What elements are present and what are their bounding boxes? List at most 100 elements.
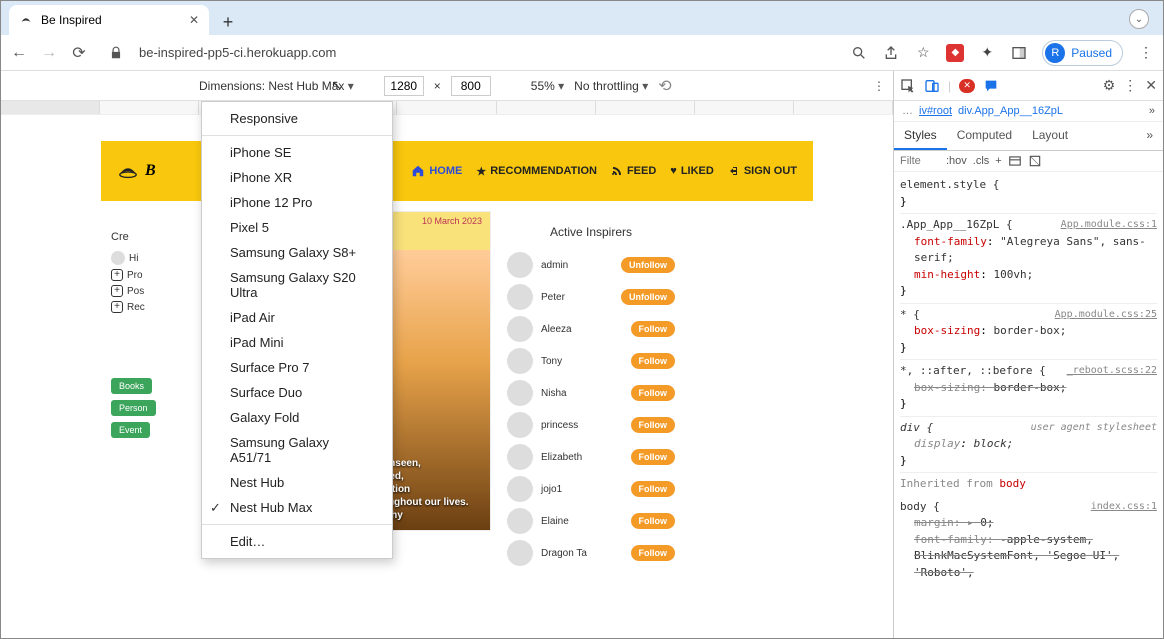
inspirer-avatar[interactable]: [507, 444, 533, 470]
dd-item[interactable]: Surface Duo: [202, 380, 392, 405]
dimensions-menu[interactable]: Responsive iPhone SEiPhone XRiPhone 12 Pr…: [201, 101, 393, 559]
forward-button[interactable]: →: [39, 44, 59, 62]
throttle-dropdown[interactable]: No throttling: [574, 79, 648, 93]
issues-icon[interactable]: [983, 78, 999, 94]
side-pro[interactable]: +Pro: [101, 267, 191, 283]
device-toolbar-menu[interactable]: ⋮: [873, 79, 885, 93]
tab-styles[interactable]: Styles: [894, 122, 947, 150]
inspirer-avatar[interactable]: [507, 508, 533, 534]
inspirer-follow-button[interactable]: Follow: [631, 481, 676, 497]
inspirer-avatar[interactable]: [507, 380, 533, 406]
profile-chip[interactable]: R Paused: [1042, 40, 1123, 66]
dd-item[interactable]: Surface Pro 7: [202, 355, 392, 380]
settings-icon[interactable]: ⚙: [1103, 77, 1116, 94]
styles-body[interactable]: element.style { } App.module.css:1 .App_…: [894, 172, 1163, 638]
dd-item[interactable]: Galaxy Fold: [202, 405, 392, 430]
extension-1-icon[interactable]: ◆: [946, 44, 964, 62]
dd-item[interactable]: Samsung Galaxy A51/71: [202, 430, 392, 470]
side-rec[interactable]: +Rec: [101, 299, 191, 315]
dom-breadcrumb[interactable]: … iv#root div.App_App__16ZpL »: [894, 101, 1163, 122]
inspirer-follow-button[interactable]: Unfollow: [621, 289, 675, 305]
inspirer-avatar[interactable]: [507, 316, 533, 342]
error-badge[interactable]: ✕: [959, 79, 975, 93]
inspirer-name[interactable]: jojo1: [541, 484, 623, 495]
styles-filter-input[interactable]: [900, 155, 940, 167]
dd-item[interactable]: iPhone XR: [202, 165, 392, 190]
inspect-icon[interactable]: [900, 78, 916, 94]
dd-item[interactable]: iPad Mini: [202, 330, 392, 355]
side-pos[interactable]: +Pos: [101, 283, 191, 299]
extensions-icon[interactable]: ✦: [978, 44, 996, 62]
inspirer-name[interactable]: Elizabeth: [541, 452, 623, 463]
inspirer-name[interactable]: Tony: [541, 356, 623, 367]
share-icon[interactable]: [882, 44, 900, 62]
box-model-icon[interactable]: [1028, 154, 1042, 168]
dd-item[interactable]: iPad Air: [202, 305, 392, 330]
inspirer-avatar[interactable]: [507, 252, 533, 278]
rotate-icon[interactable]: ⟲: [658, 76, 671, 96]
dd-item[interactable]: Edit…: [202, 529, 392, 554]
width-input[interactable]: [384, 76, 424, 96]
dd-item[interactable]: Responsive: [202, 106, 392, 131]
inspirer-follow-button[interactable]: Follow: [631, 449, 676, 465]
new-rule-icon[interactable]: +: [995, 155, 1001, 167]
devtools-close-icon[interactable]: ✕: [1145, 77, 1157, 94]
search-icon[interactable]: [850, 44, 868, 62]
computed-sidebar-icon[interactable]: [1008, 154, 1022, 168]
browser-tab[interactable]: Be Inspired ✕: [9, 5, 209, 35]
dd-item[interactable]: iPhone SE: [202, 140, 392, 165]
bookmark-icon[interactable]: ☆: [914, 44, 932, 62]
side-panel-icon[interactable]: [1010, 44, 1028, 62]
cls-toggle[interactable]: .cls: [973, 155, 990, 167]
inspirer-avatar[interactable]: [507, 476, 533, 502]
inspirer-name[interactable]: princess: [541, 420, 623, 431]
inspirer-avatar[interactable]: [507, 540, 533, 566]
tab-computed[interactable]: Computed: [947, 122, 1022, 150]
devtools-menu-icon[interactable]: ⋮: [1123, 77, 1137, 94]
tab-more[interactable]: »: [1136, 122, 1163, 150]
height-input[interactable]: [451, 76, 491, 96]
pill-person[interactable]: Person: [111, 400, 156, 416]
pill-event[interactable]: Event: [111, 422, 150, 438]
tab-close-icon[interactable]: ✕: [189, 13, 199, 27]
dd-item[interactable]: Nest Hub: [202, 470, 392, 495]
dd-item[interactable]: Samsung Galaxy S8+: [202, 240, 392, 265]
url-text[interactable]: be-inspired-pp5-ci.herokuapp.com: [139, 45, 336, 60]
pill-books[interactable]: Books: [111, 378, 152, 394]
inspirer-follow-button[interactable]: Unfollow: [621, 257, 675, 273]
dd-item[interactable]: Nest Hub Max: [202, 495, 392, 520]
tab-layout[interactable]: Layout: [1022, 122, 1078, 150]
reload-button[interactable]: ⟳: [69, 43, 89, 63]
new-tab-button[interactable]: +: [215, 9, 241, 35]
inspirer-follow-button[interactable]: Follow: [631, 545, 676, 561]
inspirer-name[interactable]: admin: [541, 260, 613, 271]
inspirer-avatar[interactable]: [507, 284, 533, 310]
dd-item[interactable]: iPhone 12 Pro: [202, 190, 392, 215]
inspirer-name[interactable]: Elaine: [541, 516, 623, 527]
inspirer-avatar[interactable]: [507, 348, 533, 374]
inspirer-name[interactable]: Aleeza: [541, 324, 623, 335]
nav-feed[interactable]: FEED: [611, 165, 656, 177]
inspirer-name[interactable]: Nisha: [541, 388, 623, 399]
inspirer-avatar[interactable]: [507, 412, 533, 438]
inspirer-name[interactable]: Peter: [541, 292, 613, 303]
browser-menu-icon[interactable]: ⋮: [1137, 44, 1155, 62]
nav-signout[interactable]: SIGN OUT: [728, 165, 797, 177]
dd-item[interactable]: Samsung Galaxy S20 Ultra: [202, 265, 392, 305]
tab-list-button[interactable]: ⌄: [1129, 9, 1149, 29]
inspirer-follow-button[interactable]: Follow: [631, 513, 676, 529]
nav-liked[interactable]: ♥LIKED: [670, 165, 714, 177]
inspirer-name[interactable]: Dragon Ta: [541, 548, 623, 559]
inspirer-follow-button[interactable]: Follow: [631, 417, 676, 433]
inspirer-follow-button[interactable]: Follow: [631, 321, 676, 337]
side-hi[interactable]: Hi: [101, 249, 191, 267]
inspirer-follow-button[interactable]: Follow: [631, 353, 676, 369]
inspirer-follow-button[interactable]: Follow: [631, 385, 676, 401]
hov-toggle[interactable]: :hov: [946, 155, 967, 167]
nav-home[interactable]: HOME: [411, 164, 462, 178]
dd-item[interactable]: Pixel 5: [202, 215, 392, 240]
zoom-dropdown[interactable]: 55%: [531, 79, 564, 93]
device-mode-icon[interactable]: [924, 78, 940, 94]
nav-recommendation[interactable]: ★RECOMMENDATION: [476, 165, 597, 178]
back-button[interactable]: ←: [9, 44, 29, 62]
